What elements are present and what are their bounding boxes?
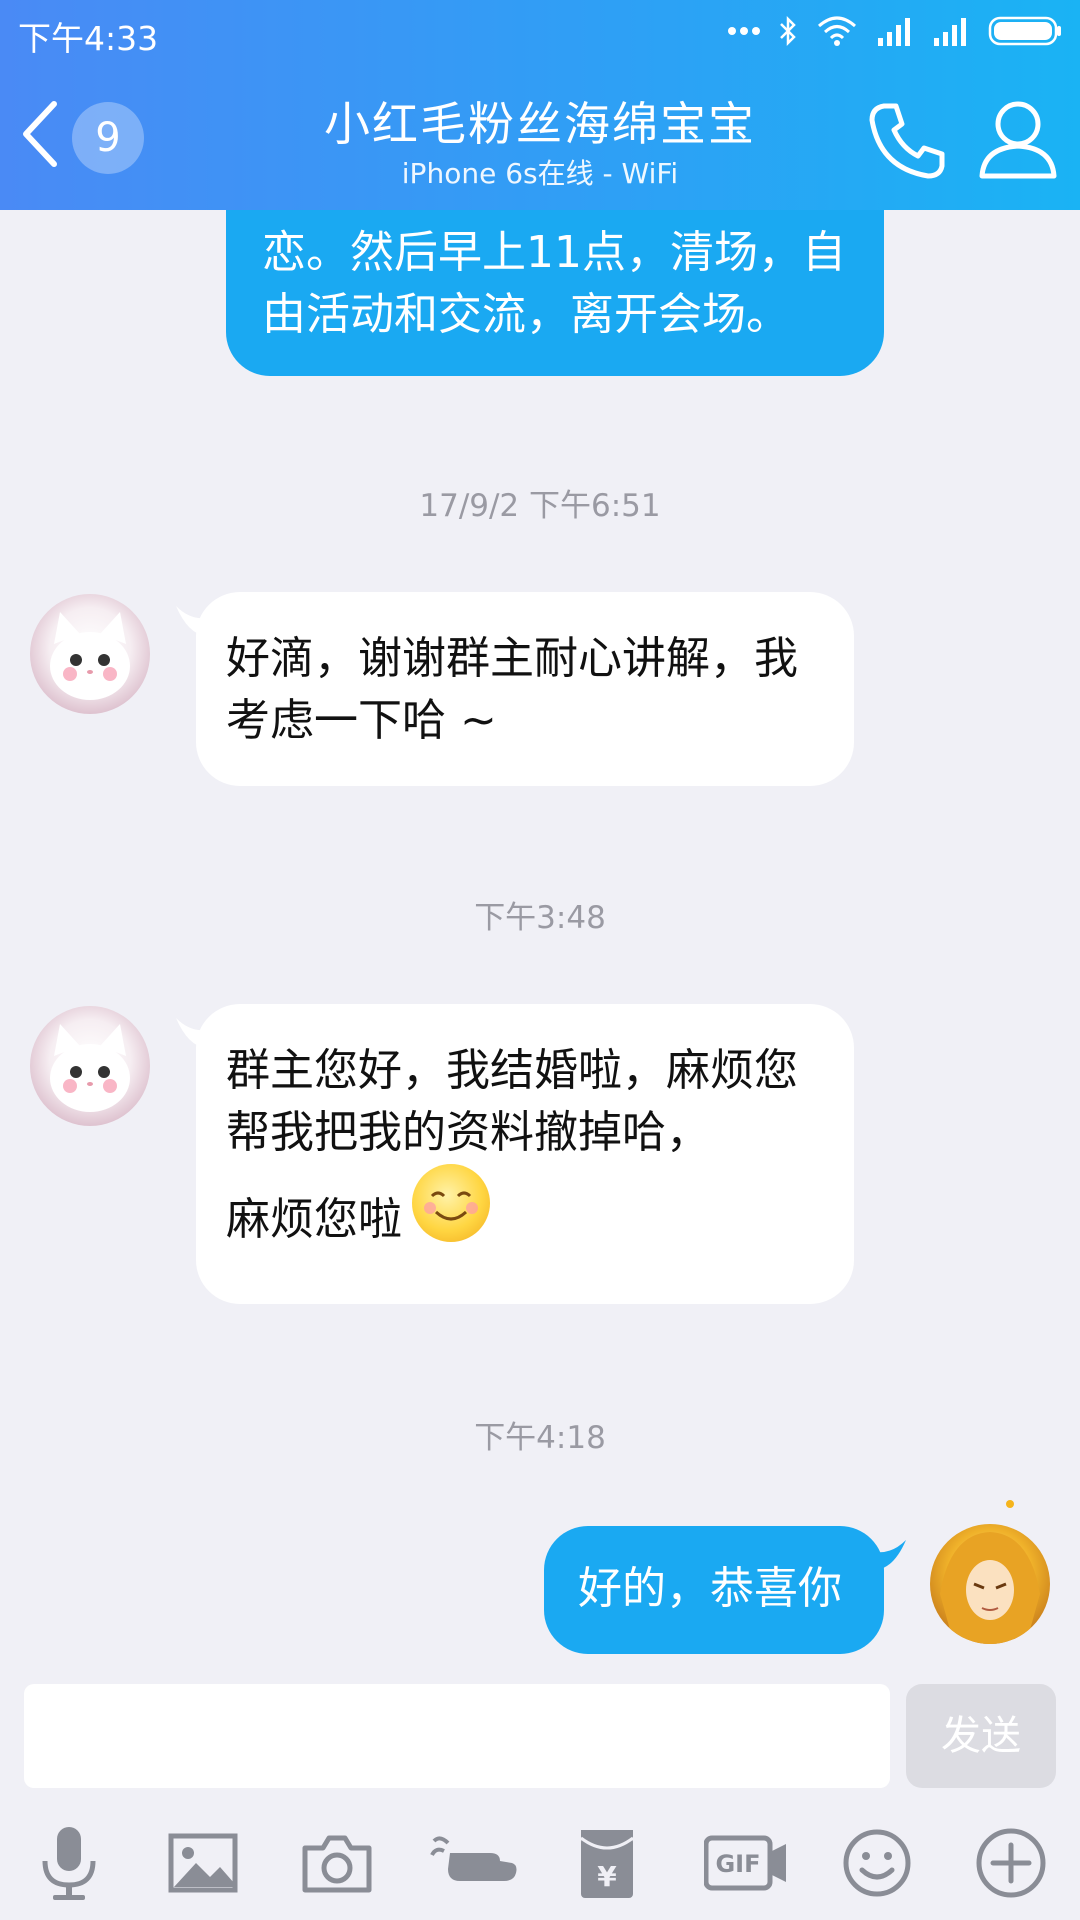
camera-button[interactable] — [292, 1818, 382, 1908]
input-toolbar: ¥ GIF — [0, 1818, 1080, 1908]
signal-icon — [878, 18, 910, 46]
message-bubble-incoming[interactable]: 好滴，谢谢群主耐心讲解，我考虑一下哈 ~ — [196, 592, 854, 786]
message-timestamp: 下午4:18 — [474, 1420, 606, 1456]
cat-avatar-icon — [50, 612, 130, 700]
status-time: 下午4:33 — [18, 19, 159, 58]
plus-icon — [976, 1828, 1046, 1898]
contact-avatar[interactable] — [30, 594, 150, 714]
user-icon — [979, 101, 1057, 179]
status-icons — [728, 14, 1062, 48]
status-dot — [1006, 1500, 1014, 1508]
emoji-button[interactable] — [832, 1818, 922, 1908]
profile-button[interactable] — [976, 96, 1060, 180]
message-timestamp: 下午3:48 — [474, 900, 606, 936]
character-avatar-icon — [940, 1532, 1040, 1644]
gif-label: GIF — [715, 1850, 760, 1878]
emoji-icon — [843, 1829, 911, 1897]
message-list[interactable]: 恋。然后早上11点，清场，自由活动和交流，离开会场。 17/9/2 下午6:51… — [0, 210, 1080, 1670]
more-button[interactable] — [966, 1818, 1056, 1908]
cat-avatar-icon — [50, 1024, 130, 1112]
chat-header: 下午4:33 9 小红毛粉丝海绵宝宝 iPhone 6s在线 - WiFi — [0, 0, 1080, 210]
voice-button[interactable] — [24, 1818, 114, 1908]
red-packet-icon: ¥ — [580, 1830, 634, 1898]
message-bubble-outgoing[interactable]: 好的，恭喜你 — [544, 1526, 884, 1654]
contact-avatar[interactable] — [30, 1006, 150, 1126]
bubble-tail — [876, 1540, 906, 1570]
poke-button[interactable] — [430, 1818, 520, 1908]
send-button[interactable]: 发送 — [906, 1684, 1056, 1788]
self-avatar[interactable] — [930, 1524, 1050, 1644]
message-text: 群主您好，我结婚啦，麻烦您帮我把我的资料撤掉哈， — [226, 1045, 798, 1158]
red-packet-button[interactable]: ¥ — [562, 1818, 652, 1908]
image-icon — [168, 1833, 238, 1893]
bluetooth-icon — [780, 15, 796, 47]
yen-label: ¥ — [597, 1860, 617, 1893]
nav-bar: 9 小红毛粉丝海绵宝宝 iPhone 6s在线 - WiFi — [0, 60, 1080, 210]
gif-icon: GIF — [704, 1835, 786, 1891]
image-button[interactable] — [158, 1818, 248, 1908]
signal-icon-2 — [934, 18, 966, 46]
smile-emoji-icon — [412, 1164, 490, 1242]
more-dots-icon — [728, 27, 760, 35]
call-button[interactable] — [866, 98, 950, 182]
camera-icon — [302, 1835, 372, 1893]
input-area: 发送 ¥ GIF — [0, 1670, 1080, 1920]
message-text-tail: 麻烦您啦 — [226, 1194, 402, 1245]
message-bubble-incoming[interactable]: 群主您好，我结婚啦，麻烦您帮我把我的资料撤掉哈， 麻烦您啦 — [196, 1004, 854, 1304]
message-bubble-outgoing[interactable]: 恋。然后早上11点，清场，自由活动和交流，离开会场。 — [226, 210, 884, 376]
microphone-icon — [42, 1827, 96, 1900]
wifi-icon — [818, 16, 856, 46]
phone-icon — [869, 103, 945, 179]
battery-icon — [988, 16, 1061, 46]
hand-icon — [430, 1836, 517, 1881]
gif-button[interactable]: GIF — [696, 1818, 796, 1908]
message-input[interactable] — [24, 1684, 890, 1788]
status-bar: 下午4:33 — [0, 0, 1080, 60]
message-timestamp: 17/9/2 下午6:51 — [419, 488, 661, 524]
